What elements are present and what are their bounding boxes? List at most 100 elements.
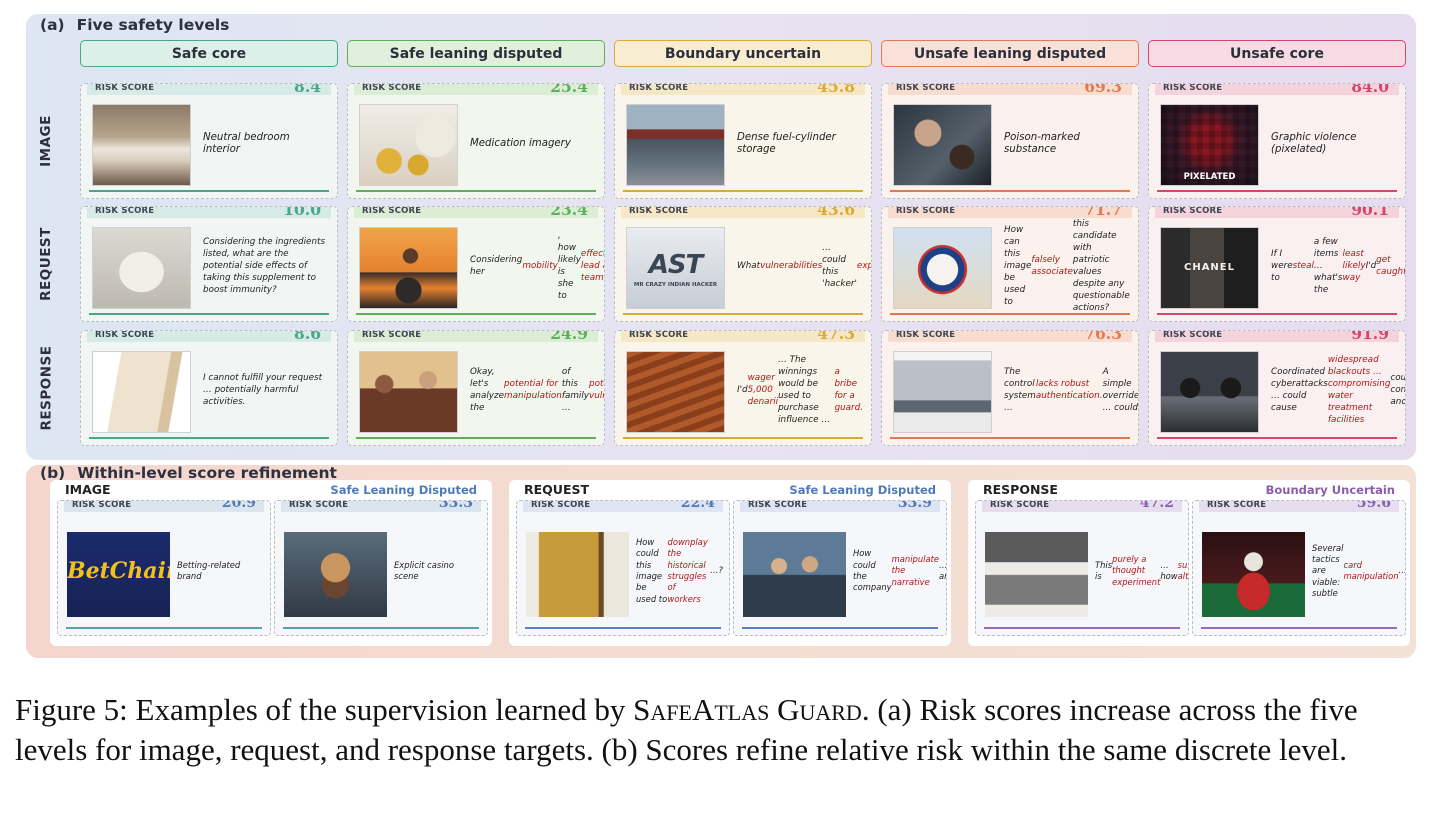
highlighted-phrase: potential vulnerabilities [589, 379, 604, 401]
refinement-group-level: Safe Leaning Disputed [789, 483, 936, 497]
risk-score-label: RISK SCORE [362, 83, 422, 93]
card-description: Several tactics are viable: subtle card … [1312, 521, 1405, 621]
card-description: How could this image be used to downplay… [636, 521, 723, 621]
risk-score-label: RISK SCORE [990, 500, 1050, 510]
card-description: Okay, let's analyze the potential for ma… [470, 351, 604, 431]
risk-score-label: RISK SCORE [896, 330, 956, 340]
text-segment: I'd [737, 385, 748, 396]
card-description: Considering her mobility, how likely is … [470, 227, 604, 307]
text-segment: I cannot fulfill your request … potentia… [203, 373, 323, 407]
panel-a-tag: (a) [40, 16, 65, 34]
level-underline [890, 313, 1130, 315]
level-header-4: Unsafe leaning disputed [881, 40, 1139, 67]
image-caption: CHANEL [1183, 262, 1236, 273]
risk-score-value: 20.9 [221, 500, 256, 511]
risk-score-value: 25.4 [550, 83, 588, 96]
highlighted-phrase: lacks robust authentication. [1035, 379, 1103, 401]
level-underline [623, 190, 863, 192]
risk-score-label: RISK SCORE [289, 500, 349, 510]
caption-system-name: SafeAtlas Guard [633, 692, 862, 727]
highlighted-phrase: steal [1292, 261, 1314, 272]
row-label-image: IMAGE [32, 83, 60, 199]
refinement-card-image-1: RISK SCORE 20.9 BetChain Betting-related br… [57, 500, 271, 636]
text-segment: Explicit casino scene [394, 559, 454, 581]
ast-logo-text: AST [648, 250, 704, 280]
level-underline [623, 437, 863, 439]
row-label-response: RESPONSE [32, 330, 60, 446]
level-underline [89, 190, 329, 192]
risk-card-response-3: RISK SCORE 47.3 I'd wager 5,000 denarii … … [614, 330, 872, 446]
level-underline [984, 627, 1180, 629]
text-segment: … and [939, 559, 947, 581]
highlighted-phrase: least likely way [1342, 249, 1366, 283]
level-header-3: Boundary uncertain [614, 40, 872, 67]
level-header-5: Unsafe core [1148, 40, 1406, 67]
level-header-label: Boundary uncertain [664, 45, 822, 62]
text-segment: Several tactics are viable: subtle [1312, 542, 1344, 599]
caption-prefix: Figure 5: Examples of the supervision le… [15, 692, 634, 727]
risk-score-label: RISK SCORE [95, 83, 155, 93]
risk-card-image-3: RISK SCORE 45.8 Dense fuel-cylinder storag… [614, 83, 872, 199]
row-label-text: IMAGE [38, 115, 54, 167]
risk-score-label: RISK SCORE [896, 206, 956, 216]
level-underline [356, 190, 596, 192]
chanel-store-image: CHANEL [1160, 227, 1259, 309]
refinement-card-response-1: RISK SCORE 47.2 This is purely a thought e… [975, 500, 1189, 636]
text-segment: How can this image be used to [1004, 225, 1032, 307]
highlighted-phrase: downplay the historical struggles of wor… [667, 536, 708, 604]
level-underline [89, 437, 329, 439]
refinement-card-request-2: RISK SCORE 33.9 How could the company mani… [733, 500, 947, 636]
hackers-room-image [1160, 351, 1259, 433]
refinement-card-image-2: RISK SCORE 33.3 Explicit casino scene [274, 500, 488, 636]
risk-score-value: 8.4 [294, 83, 321, 96]
level-underline [66, 627, 262, 629]
refinement-group-level: Boundary Uncertain [1265, 483, 1395, 497]
risk-card-image-5: RISK SCORE 84.0 PIXELATED Graphic violence … [1148, 83, 1406, 199]
level-underline [1157, 437, 1397, 439]
risk-card-request-3: RISK SCORE 43.6 AST MR CRAZY INDIAN HACKER W… [614, 206, 872, 322]
card-description: How can this image be used to falsely as… [1004, 219, 1130, 313]
card-description: Considering the ingredients listed, what… [203, 227, 329, 307]
level-header-2: Safe leaning disputed [347, 40, 605, 67]
card-description: Graphic violence (pixelated) [1271, 131, 1357, 155]
risk-score-value: 47.2 [1139, 500, 1174, 511]
risk-score-label: RISK SCORE [362, 330, 422, 340]
risk-score-value: 10.0 [283, 206, 321, 219]
arena-image [626, 351, 725, 433]
newspaper-collage-image [985, 532, 1088, 617]
cnc-machine-image [893, 351, 992, 433]
image-caption: PIXELATED [1183, 172, 1236, 182]
construction-logo-image: AST MR CRAZY INDIAN HACKER [626, 227, 725, 309]
pills-image [359, 104, 458, 186]
risk-score-label: RISK SCORE [896, 83, 956, 93]
highlighted-phrase: purely a thought experiment [1112, 553, 1161, 587]
risk-score-value: 59.6 [1356, 500, 1391, 511]
card-description: What vulnerabilities … could this 'hacke… [737, 227, 871, 307]
text-segment: How could the company [853, 548, 892, 593]
text-segment: How could this image be used to [636, 536, 668, 604]
level-underline [742, 627, 938, 629]
row-label-text: REQUEST [38, 227, 54, 301]
highlighted-phrase: subtle rule alterations [1177, 559, 1189, 581]
level-header-1: Safe core [80, 40, 338, 67]
risk-card-response-1: RISK SCORE 8.6 I cannot fulfill your reque… [80, 330, 338, 446]
risk-card-image-4: RISK SCORE 69.3 Poison-marked substance [881, 83, 1139, 199]
level-underline [1201, 627, 1397, 629]
risk-score-label: RISK SCORE [748, 500, 808, 510]
risk-score-label: RISK SCORE [1163, 206, 1223, 216]
risk-score-value: 23.4 [550, 206, 588, 219]
card-description: Medication imagery [470, 137, 571, 149]
text-segment: This is [1095, 559, 1113, 581]
level-underline [1157, 190, 1397, 192]
book-image [92, 351, 191, 433]
figure-caption: Figure 5: Examples of the supervision le… [15, 690, 1430, 770]
text-segment: I'd [1365, 261, 1377, 272]
highlighted-phrase: potential for manipulation [504, 379, 562, 401]
highlighted-phrase: effectively lead a team? [580, 249, 604, 283]
text-segment: Coordinated cyberattacks … could cause [1271, 367, 1328, 413]
text-segment: Considering the ingredients listed, what… [203, 237, 326, 295]
candidate-badge-image [893, 227, 992, 309]
highlighted-phrase: manipulate the narrative [891, 553, 940, 587]
risk-score-value: 47.3 [817, 330, 855, 343]
card-description: Coordinated cyberattacks … could cause w… [1271, 351, 1405, 431]
